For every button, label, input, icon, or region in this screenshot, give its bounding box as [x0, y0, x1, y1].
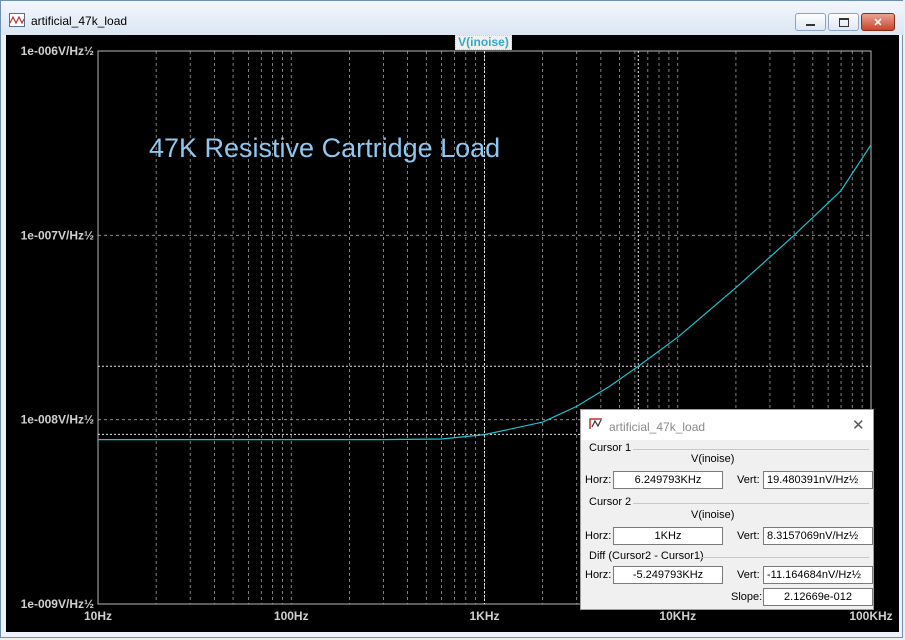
diff-vert-label: Vert: — [737, 569, 760, 581]
x-tick-label: 10Hz — [84, 609, 112, 623]
minimize-icon — [806, 24, 815, 26]
diff-horz-field[interactable]: -5.249793KHz — [613, 566, 723, 584]
cursor2-vert-field[interactable]: 8.3157069nV/Hz½ — [763, 527, 873, 545]
close-icon: ✕ — [873, 16, 883, 29]
diff-heading: Diff (Cursor2 - Cursor1) — [589, 550, 704, 562]
cursor1-horz-field[interactable]: 6.249793KHz — [613, 471, 723, 489]
divider — [633, 503, 869, 504]
title-bar[interactable]: artificial_47k_load ✕ — [1, 1, 904, 35]
cursor2-horz-field[interactable]: 1KHz — [613, 527, 723, 545]
x-tick-label: 100KHz — [849, 609, 892, 623]
cursor1-vert-field[interactable]: 19.480391nV/Hz½ — [763, 471, 873, 489]
cursor-dialog-titlebar[interactable]: artificial_47k_load ✕ — [581, 410, 873, 440]
cursor2-vert-label: Vert: — [737, 530, 760, 542]
maximize-button[interactable] — [828, 13, 859, 31]
window-title: artificial_47k_load — [31, 14, 128, 28]
y-tick-label: 1e-008V/Hz½ — [21, 413, 94, 427]
cursor-dialog-icon — [589, 418, 602, 429]
slope-label: Slope: — [731, 591, 763, 603]
slope-field[interactable]: 2.12669e-012 — [763, 588, 873, 606]
y-tick-label: 1e-006V/Hz½ — [21, 44, 94, 58]
cursor2-horz-label: Horz: — [585, 530, 612, 542]
maximize-icon — [838, 17, 849, 27]
x-tick-label: 1KHz — [469, 609, 499, 623]
diff-vert-field[interactable]: -11.164684nV/Hz½ — [763, 566, 873, 584]
minimize-button[interactable] — [795, 13, 826, 31]
divider — [633, 449, 869, 450]
plot-annotation: 47K Resistive Cartridge Load — [149, 133, 500, 163]
cursor2-heading: Cursor 2 — [589, 496, 632, 508]
waveform-app-icon — [9, 13, 25, 27]
cursor1-trace: V(inoise) — [691, 453, 735, 465]
y-tick-label: 1e-009V/Hz½ — [21, 597, 94, 611]
close-icon[interactable]: ✕ — [852, 416, 865, 434]
cursor-dialog: artificial_47k_load ✕ Cursor 1 V(inoise)… — [580, 409, 874, 610]
close-button[interactable]: ✕ — [861, 13, 895, 31]
trace-label[interactable]: V(inoise) — [455, 35, 512, 50]
diff-horz-label: Horz: — [585, 569, 612, 581]
divider — [699, 557, 869, 558]
x-tick-label: 10KHz — [659, 609, 696, 623]
cursor2-trace: V(inoise) — [691, 509, 735, 521]
cursor-dialog-title: artificial_47k_load — [609, 420, 706, 434]
y-tick-label: 1e-007V/Hz½ — [21, 228, 94, 242]
cursor1-horz-label: Horz: — [585, 474, 612, 486]
cursor1-vert-label: Vert: — [737, 474, 760, 486]
x-tick-label: 100Hz — [274, 609, 309, 623]
cursor1-heading: Cursor 1 — [589, 442, 632, 454]
